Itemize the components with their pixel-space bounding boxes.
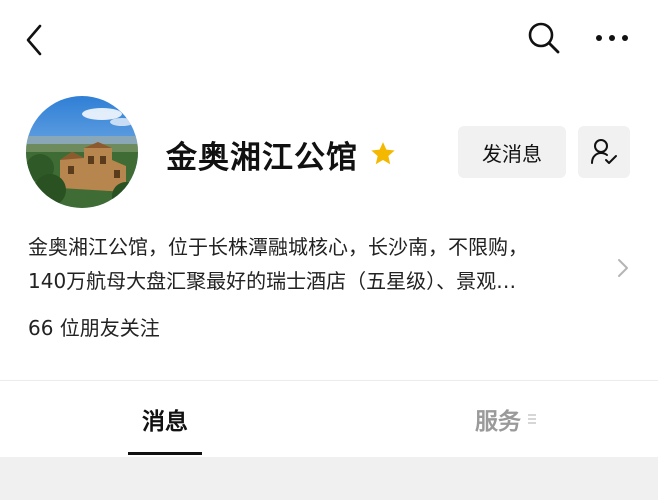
avatar-image	[26, 96, 138, 208]
top-navigation-bar	[0, 0, 658, 80]
search-icon	[528, 22, 560, 54]
chevron-left-icon	[26, 24, 42, 56]
description-line-2: 140万航母大盘汇聚最好的瑞士酒店（五星级）、景观…	[28, 269, 517, 293]
more-dots-icon	[596, 35, 628, 41]
tab-messages[interactable]: 消息	[128, 381, 202, 457]
star-icon	[368, 139, 398, 169]
official-account-profile: 金奥湘江公馆 发消息 金奥湘江公馆，位于长株潭融城核心，长沙南，不限购， 140…	[0, 0, 658, 500]
menu-lines-icon	[527, 412, 537, 426]
user-check-icon	[591, 139, 617, 164]
account-title-row: 金奥湘江公馆	[166, 130, 398, 178]
tab-services-label: 服务	[475, 409, 521, 435]
account-description[interactable]: 金奥湘江公馆，位于长株潭融城核心，长沙南，不限购， 140万航母大盘汇聚最好的瑞…	[28, 230, 600, 298]
more-button[interactable]	[590, 20, 634, 56]
content-area	[0, 457, 658, 500]
back-button[interactable]	[18, 20, 50, 60]
send-message-button[interactable]: 发消息	[458, 126, 566, 178]
active-tab-indicator	[128, 452, 202, 455]
follow-status-button[interactable]	[578, 126, 630, 178]
friends-following-count: 66 位朋友关注	[28, 316, 160, 340]
chevron-right-icon[interactable]	[614, 256, 632, 280]
description-line-1: 金奥湘江公馆，位于长株潭融城核心，长沙南，不限购，	[28, 235, 528, 259]
page-title: 金奥湘江公馆	[166, 139, 358, 176]
avatar[interactable]	[26, 96, 138, 208]
search-button[interactable]	[524, 18, 564, 58]
tab-services[interactable]: 服务	[466, 381, 546, 457]
tab-bar: 消息 服务	[0, 381, 658, 457]
